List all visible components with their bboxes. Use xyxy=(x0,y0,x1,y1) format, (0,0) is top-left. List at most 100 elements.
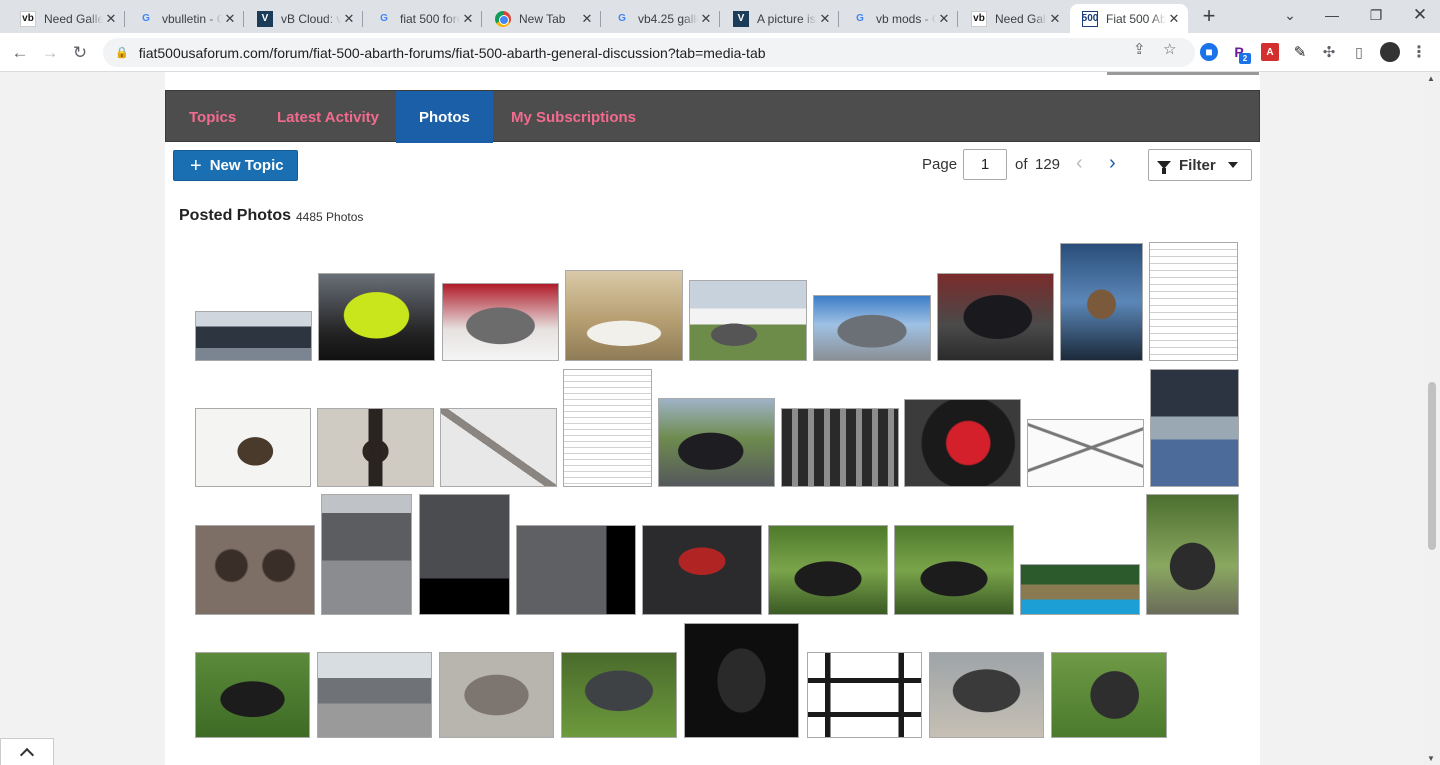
side-panel-icon[interactable]: ▯ xyxy=(1350,43,1368,61)
photo-thumbnail[interactable] xyxy=(1020,564,1140,615)
close-tab-icon[interactable]: ✕ xyxy=(817,11,833,27)
page-viewport: Topics Latest Activity Photos My Subscri… xyxy=(0,72,1424,765)
lock-icon: 🔒 xyxy=(115,47,129,59)
photo-thumbnail[interactable] xyxy=(781,408,899,487)
vbulletin-cloud-favicon-icon: V xyxy=(257,10,273,27)
close-tab-icon[interactable]: ✕ xyxy=(1047,11,1063,27)
photo-thumbnail[interactable] xyxy=(1060,243,1143,361)
close-tab-icon[interactable]: ✕ xyxy=(460,11,476,27)
previous-page-icon[interactable]: ‹ xyxy=(1076,152,1083,175)
address-bar[interactable]: 🔒 fiat500usaforum.com/forum/fiat-500-aba… xyxy=(103,38,1195,67)
photo-thumbnail[interactable] xyxy=(195,652,310,738)
browser-tabstrip: vb Need Gallery ✕ G vbulletin - Google S… xyxy=(0,0,1440,33)
photo-thumbnail[interactable] xyxy=(807,652,922,738)
new-tab-button[interactable]: + xyxy=(1196,4,1222,30)
photo-thumbnail[interactable] xyxy=(561,652,677,738)
page-scrollbar[interactable]: ▲ ▼ xyxy=(1424,72,1440,765)
next-page-icon[interactable]: › xyxy=(1109,152,1116,175)
photo-thumbnail[interactable] xyxy=(1051,652,1167,738)
share-icon[interactable]: ⇪ xyxy=(1133,40,1146,58)
photo-thumbnail[interactable] xyxy=(317,408,434,487)
photo-thumbnail[interactable] xyxy=(937,273,1054,361)
photo-thumbnail[interactable] xyxy=(929,652,1044,738)
minimize-icon[interactable]: — xyxy=(1310,0,1354,30)
photo-thumbnail[interactable] xyxy=(658,398,775,487)
photo-thumbnail[interactable] xyxy=(904,399,1021,487)
browser-tab[interactable]: G fiat 500 forum ✕ xyxy=(364,4,482,33)
new-topic-button[interactable]: + New Topic xyxy=(173,150,298,181)
photo-thumbnail[interactable] xyxy=(565,270,683,361)
vbulletin-cloud-favicon-icon: V xyxy=(733,10,749,27)
photo-thumbnail[interactable] xyxy=(689,280,807,361)
caret-down-icon xyxy=(1227,162,1238,168)
photo-thumbnail[interactable] xyxy=(1027,419,1144,487)
profile-avatar[interactable] xyxy=(1380,42,1400,62)
close-window-icon[interactable]: ✕ xyxy=(1398,0,1440,30)
photo-thumbnail[interactable] xyxy=(442,283,559,361)
photo-thumbnail[interactable] xyxy=(440,408,557,487)
photo-thumbnail[interactable] xyxy=(563,369,652,487)
browser-tab[interactable]: V A picture is ✕ xyxy=(721,4,839,33)
photo-thumbnail[interactable] xyxy=(1146,494,1239,615)
browser-tab[interactable]: New Tab ✕ xyxy=(483,4,601,33)
google-favicon-icon: G xyxy=(856,13,864,24)
photo-count: 4485 Photos xyxy=(296,210,364,224)
browser-tab[interactable]: vb Need Gallery ✕ xyxy=(8,4,125,33)
header-divider xyxy=(1107,72,1259,75)
photo-thumbnail[interactable] xyxy=(516,525,636,615)
filter-button[interactable]: Filter xyxy=(1148,149,1252,181)
scroll-up-icon[interactable]: ▲ xyxy=(1427,74,1435,83)
maximize-icon[interactable]: ❐ xyxy=(1354,0,1398,30)
photo-thumbnail[interactable] xyxy=(195,311,312,361)
photo-thumbnail[interactable] xyxy=(813,295,931,361)
browser-tab-active[interactable]: 500 Fiat 500 Abarth ✕ xyxy=(1070,4,1188,33)
extension-icon[interactable]: ■ xyxy=(1200,43,1218,61)
close-tab-icon[interactable]: ✕ xyxy=(698,11,714,27)
tab-topics[interactable]: Topics xyxy=(166,91,259,143)
photo-thumbnail[interactable] xyxy=(642,525,762,615)
page-number-input[interactable]: 1 xyxy=(963,149,1007,180)
scroll-to-top-button[interactable] xyxy=(0,738,54,765)
photo-thumbnail[interactable] xyxy=(195,408,311,487)
puzzle-extensions-icon[interactable]: ✣ xyxy=(1320,43,1338,61)
photo-thumbnail[interactable] xyxy=(318,273,435,361)
scrollbar-thumb[interactable] xyxy=(1428,382,1436,550)
eyedropper-icon[interactable]: ✎ xyxy=(1291,43,1309,61)
photo-thumbnail[interactable] xyxy=(894,525,1014,615)
back-arrow-icon[interactable]: ← xyxy=(6,39,34,67)
close-tab-icon[interactable]: ✕ xyxy=(222,11,238,27)
reload-icon[interactable]: ↻ xyxy=(66,39,94,67)
close-tab-icon[interactable]: ✕ xyxy=(579,11,595,27)
photo-thumbnail[interactable] xyxy=(1149,242,1238,361)
tab-my-subscriptions[interactable]: My Subscriptions xyxy=(488,91,659,143)
browser-tab[interactable]: vb Need Gallery ✕ xyxy=(959,4,1069,33)
browser-tab[interactable]: G vbulletin - Google Search ✕ xyxy=(126,4,244,33)
tab-photos[interactable]: Photos xyxy=(396,91,493,143)
close-tab-icon[interactable]: ✕ xyxy=(341,11,357,27)
vbulletin-favicon-icon: vb xyxy=(971,10,987,27)
close-tab-icon[interactable]: ✕ xyxy=(103,11,119,27)
photo-thumbnail[interactable] xyxy=(321,494,412,615)
photo-thumbnail[interactable] xyxy=(317,652,432,738)
pdf-extension-icon[interactable]: A xyxy=(1261,43,1279,61)
photo-thumbnail[interactable] xyxy=(419,494,510,615)
scroll-down-icon[interactable]: ▼ xyxy=(1427,754,1435,763)
browser-tab[interactable]: G vb mods - Google ✕ xyxy=(840,4,958,33)
photo-thumbnail[interactable] xyxy=(195,525,315,615)
photo-thumbnail[interactable] xyxy=(1150,369,1239,487)
photo-thumbnail[interactable] xyxy=(768,525,888,615)
photo-thumbnail[interactable] xyxy=(684,623,799,738)
total-pages: 129 xyxy=(1035,156,1061,173)
tab-latest-activity[interactable]: Latest Activity xyxy=(254,91,402,143)
tab-search-chevron-icon[interactable]: ⌄ xyxy=(1268,0,1312,30)
google-favicon-icon: G xyxy=(380,13,388,24)
close-tab-icon[interactable]: ✕ xyxy=(1166,11,1182,27)
browser-tab[interactable]: V vB Cloud: vBulletin ✕ xyxy=(245,4,363,33)
menu-kebab-icon[interactable]: ⋮ xyxy=(1410,43,1428,61)
forward-arrow-icon[interactable]: → xyxy=(36,39,64,67)
photo-thumbnail[interactable] xyxy=(439,652,554,738)
browser-tab[interactable]: G vb4.25 gallery ✕ xyxy=(602,4,720,33)
extension-badge: 2 xyxy=(1239,53,1251,64)
bookmark-star-icon[interactable]: ☆ xyxy=(1163,40,1176,58)
close-tab-icon[interactable]: ✕ xyxy=(936,11,952,27)
